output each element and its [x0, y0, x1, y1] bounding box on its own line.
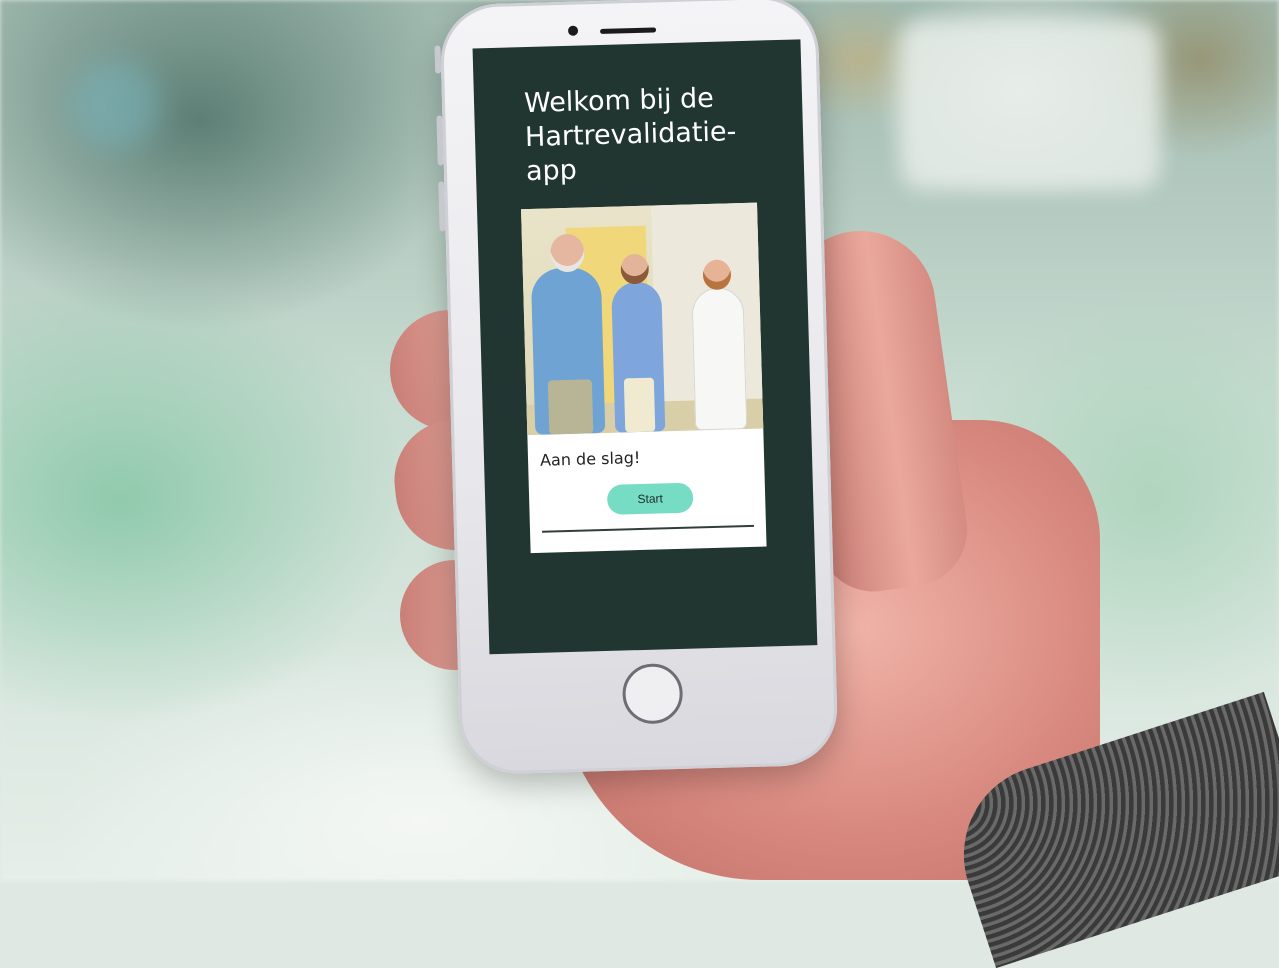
earpiece-speaker: [600, 27, 657, 34]
mute-switch: [434, 45, 442, 74]
card-photo: [521, 202, 764, 436]
photo-person-woman: [611, 253, 666, 433]
start-button[interactable]: Start: [606, 482, 694, 515]
photo-person-legs: [623, 377, 656, 433]
photo-person-man: [530, 233, 606, 435]
volume-up-button: [436, 115, 444, 166]
card-divider: [542, 524, 755, 533]
background-light-blob: [70, 60, 160, 150]
card-title: Aan de slag!: [539, 447, 641, 470]
front-camera-icon: [567, 25, 579, 36]
welcome-line-2: Hartrevalidatie-app: [524, 116, 737, 188]
background-monitor-blob: [900, 20, 1160, 190]
get-started-card: Aan de slag! Start: [521, 202, 767, 554]
smartphone: Welkom bij de Hartrevalidatie-app Aan de…: [434, 0, 839, 776]
app-screen: Welkom bij de Hartrevalidatie-app Aan de…: [472, 39, 818, 655]
welcome-heading: Welkom bij de Hartrevalidatie-app: [524, 80, 787, 189]
home-button-icon[interactable]: [621, 662, 684, 725]
photo-person-doctor: [691, 259, 748, 431]
photo-person-legs: [547, 379, 594, 435]
volume-down-button: [438, 181, 446, 232]
